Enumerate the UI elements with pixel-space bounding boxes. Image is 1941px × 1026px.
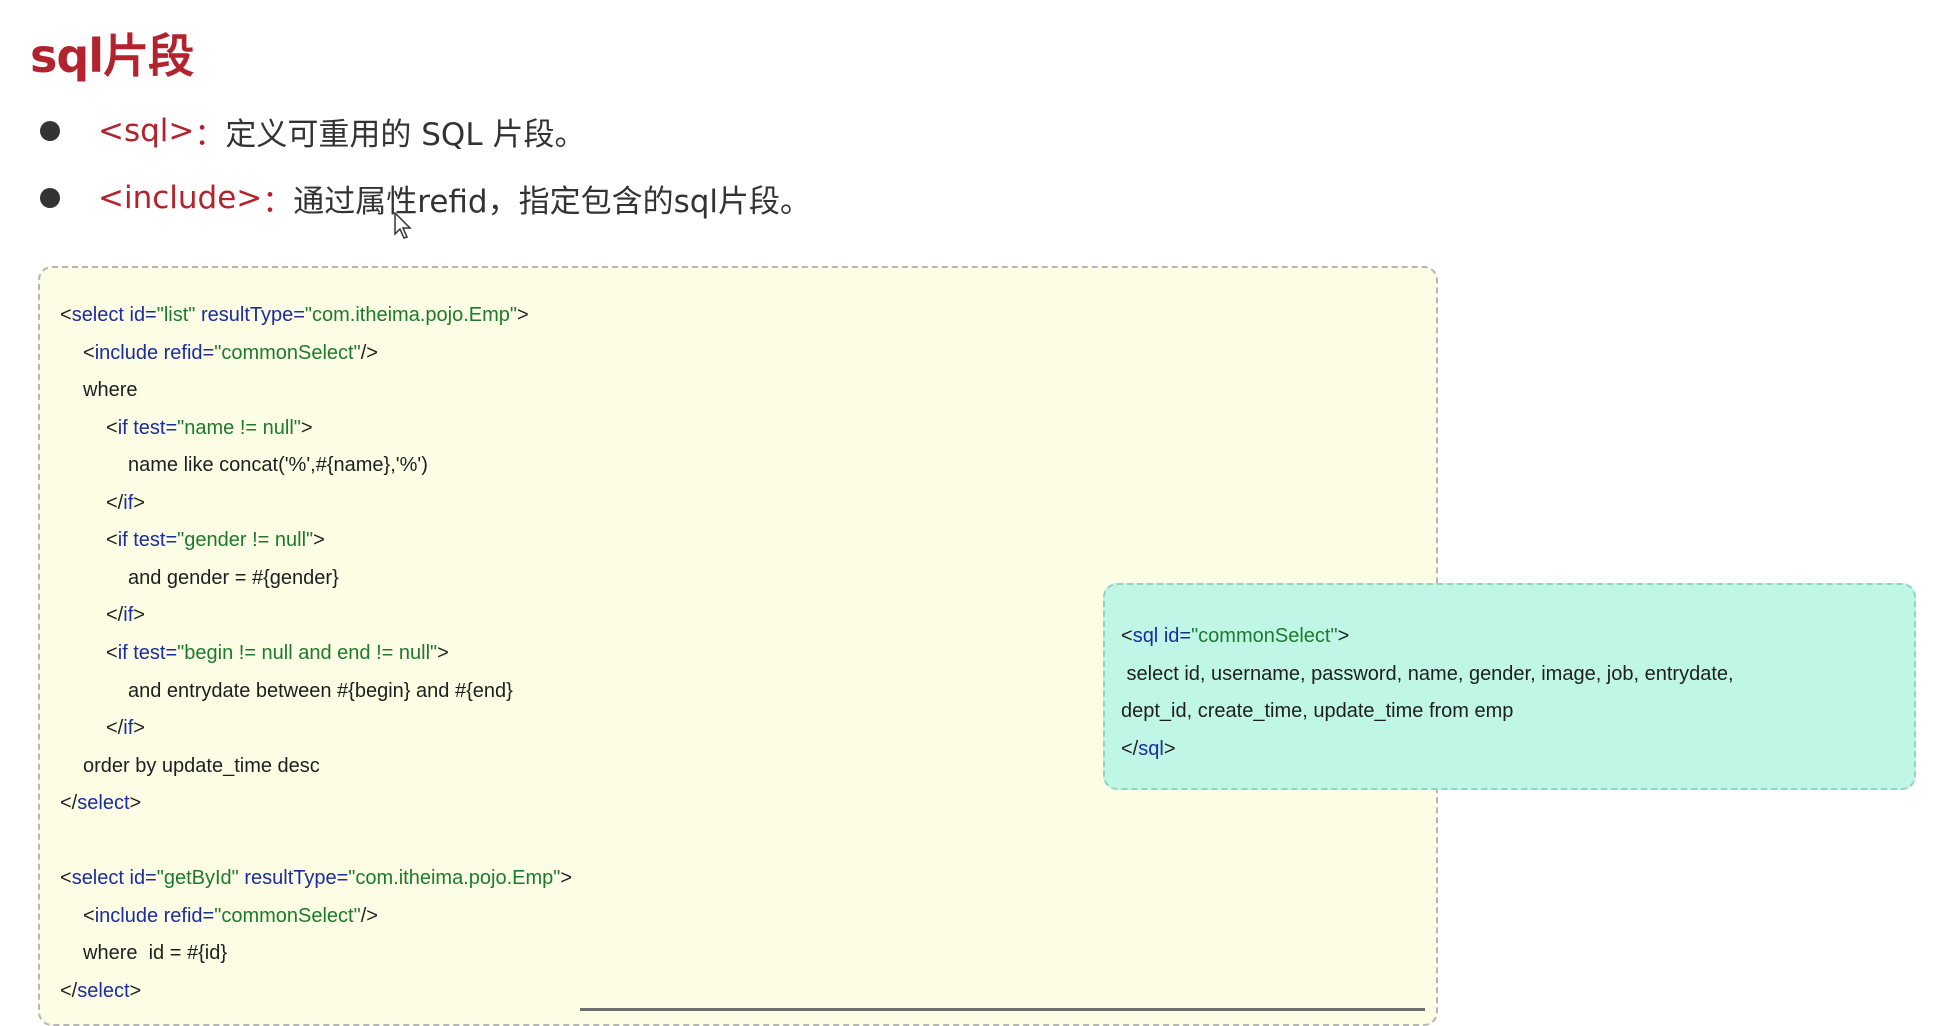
code-line: </if>: [106, 492, 145, 514]
code-line: </select>: [60, 792, 142, 814]
code-line: <if test="name != null">: [106, 417, 313, 439]
bullet-text: 通过属性refid，指定包含的sql片段。: [293, 183, 812, 220]
code-line: <if test="begin != null and end != null"…: [106, 642, 449, 664]
code-line: </if>: [106, 604, 145, 626]
bullet-separator: ：: [194, 116, 226, 153]
code-line: dept_id, create_time, update_time from e…: [1121, 700, 1514, 722]
code-line: where id = #{id}: [83, 942, 227, 964]
bullet-tag: <include>: [98, 180, 263, 216]
sql-fragment-code-block: <sql id="commonSelect"> select id, usern…: [1103, 583, 1916, 790]
code-line: </sql>: [1121, 738, 1176, 760]
mouse-cursor-icon: [394, 212, 412, 239]
code-line: order by update_time desc: [83, 755, 320, 777]
bullet-tag: <sql>: [98, 113, 195, 149]
code-line: <if test="gender != null">: [106, 529, 325, 551]
code-line: <select id="getById" resultType="com.ith…: [60, 867, 573, 889]
bullet-sql: <sql> ： 定义可重用的 SQL 片段。: [40, 106, 585, 156]
code-line: and gender = #{gender}: [128, 567, 339, 589]
bullet-text: 定义可重用的 SQL 片段。: [225, 116, 586, 153]
page-title: sql片段: [30, 29, 194, 83]
code-line: </select>: [60, 980, 142, 1002]
code-line: name like concat('%',#{name},'%'): [128, 454, 428, 476]
code-line: where: [83, 379, 138, 401]
code-line: and entrydate between #{begin} and #{end…: [128, 680, 513, 702]
bullet-separator: ：: [262, 183, 294, 220]
bullet-dot-icon: [40, 121, 60, 141]
code-line: </if>: [106, 717, 145, 739]
bullet-dot-icon: [40, 188, 60, 208]
code-line: <sql id="commonSelect">: [1121, 625, 1350, 647]
code-line: <include refid="commonSelect"/>: [83, 905, 378, 927]
bullet-include: <include> ： 通过属性refid，指定包含的sql片段。: [40, 173, 811, 223]
code-line: <include refid="commonSelect"/>: [83, 342, 378, 364]
code-line: <select id="list" resultType="com.itheim…: [60, 304, 529, 326]
code-line: select id, username, password, name, gen…: [1121, 663, 1734, 685]
